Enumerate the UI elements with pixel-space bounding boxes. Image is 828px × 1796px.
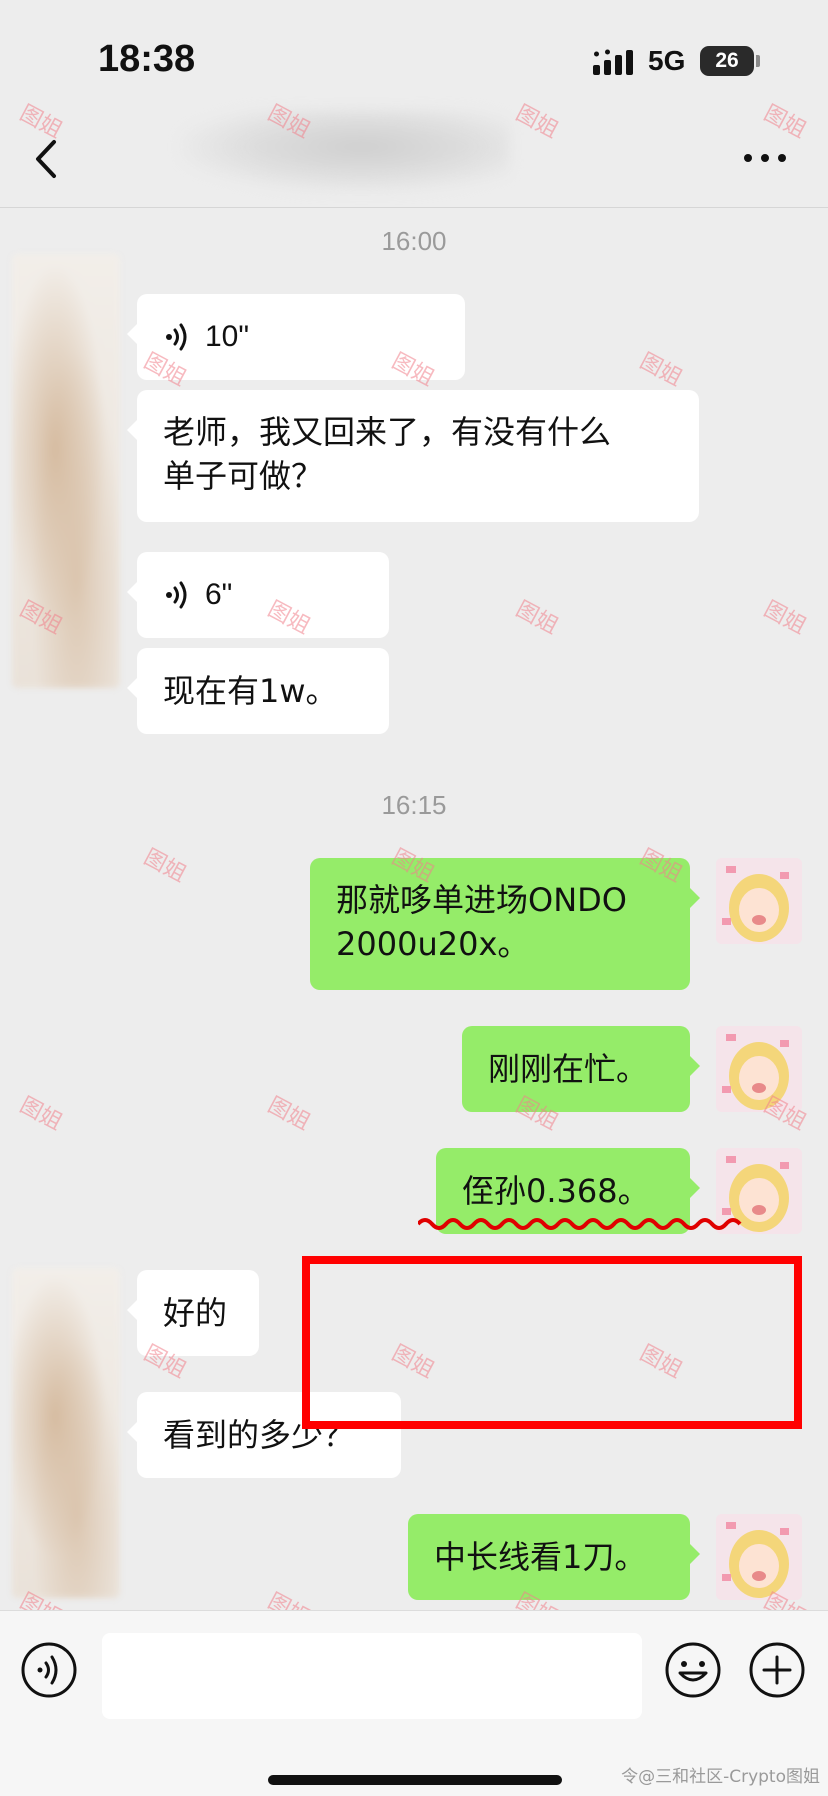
- anime-girl-avatar-icon: [716, 1514, 802, 1600]
- message-line: 侄孙0.368。: [462, 1172, 650, 1210]
- message-line: 单子可做？: [163, 457, 324, 495]
- message-line: 刚刚在忙。: [488, 1050, 649, 1088]
- text-message-bubble[interactable]: 那就哆单进场ONDO 2000u20x。: [310, 858, 700, 990]
- message-line: 老师，我又回来了，有没有什么: [163, 413, 612, 451]
- contact-avatar-redacted: [12, 1268, 120, 1598]
- timestamp: 16:00: [381, 226, 447, 256]
- text-message-bubble[interactable]: 中长线看1刀。: [408, 1514, 700, 1600]
- voice-wave-icon: [166, 581, 187, 609]
- self-avatar[interactable]: [716, 1026, 802, 1112]
- voice-wave-icon[interactable]: [20, 1641, 78, 1699]
- self-avatar[interactable]: [716, 1514, 802, 1600]
- network-type: 5G: [648, 45, 686, 76]
- text-message-bubble[interactable]: 好的: [127, 1270, 259, 1356]
- status-time: 18:38: [98, 38, 196, 80]
- voice-duration: 10": [205, 320, 250, 353]
- message-line: 现在有1w。: [163, 672, 338, 710]
- signal-bars-icon: [593, 49, 633, 75]
- red-wavy-underline: [418, 1218, 742, 1230]
- anime-girl-avatar-icon: [716, 858, 802, 944]
- chat-header: [0, 110, 828, 208]
- chevron-left-icon[interactable]: [26, 136, 66, 182]
- home-indicator[interactable]: [268, 1775, 562, 1785]
- message-line: 2000u20x。: [336, 925, 530, 963]
- battery-tip: [756, 55, 760, 67]
- footer-credit: 令@三和社区-Crypto图姐: [621, 1767, 820, 1787]
- text-message-bubble[interactable]: 现在有1w。: [127, 648, 389, 734]
- emoji-smile-icon[interactable]: [664, 1641, 722, 1699]
- red-highlight-box: [302, 1256, 802, 1429]
- contact-name-redacted: [180, 110, 510, 192]
- status-bar: 18:38 5G 26: [0, 0, 828, 110]
- self-avatar[interactable]: [716, 858, 802, 944]
- message-line: 中长线看1刀。: [434, 1538, 647, 1576]
- voice-message-bubble[interactable]: 6": [127, 552, 389, 638]
- voice-message-bubble[interactable]: 10": [127, 294, 465, 380]
- voice-duration: 6": [205, 578, 233, 611]
- anime-girl-avatar-icon: [716, 1026, 802, 1112]
- message-line: 好的: [163, 1294, 228, 1332]
- plus-circle-icon[interactable]: [748, 1641, 806, 1699]
- message-line: 那就哆单进场ONDO: [336, 881, 627, 919]
- message-input[interactable]: [102, 1633, 642, 1719]
- text-message-bubble[interactable]: 老师，我又回来了，有没有什么 单子可做？: [127, 390, 699, 522]
- text-message-bubble[interactable]: 刚刚在忙。: [462, 1026, 700, 1112]
- battery-indicator: 26: [700, 46, 754, 76]
- contact-avatar-redacted: [12, 254, 120, 688]
- timestamp: 16:15: [381, 790, 447, 820]
- more-dots-icon[interactable]: [744, 154, 790, 168]
- voice-wave-icon: [166, 323, 187, 351]
